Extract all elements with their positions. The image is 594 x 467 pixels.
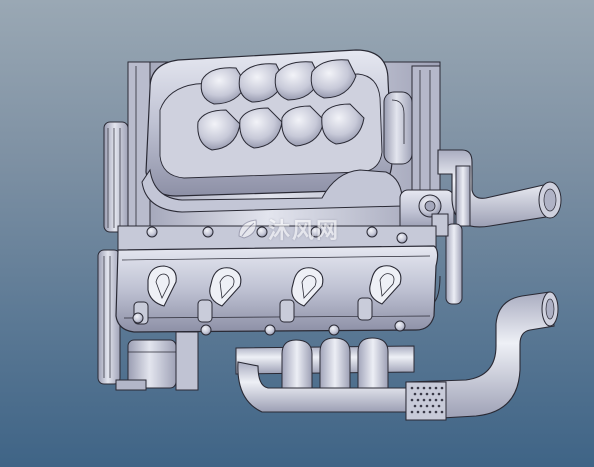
engine-model bbox=[97, 49, 562, 421]
exhaust-manifold bbox=[235, 337, 415, 413]
cad-viewport: 沐风网 bbox=[0, 0, 594, 467]
upper-coolant-pipe bbox=[437, 149, 562, 228]
oil-filter bbox=[115, 331, 199, 391]
intake-plenum bbox=[141, 49, 403, 213]
flex-pipe-mesh bbox=[405, 381, 447, 421]
